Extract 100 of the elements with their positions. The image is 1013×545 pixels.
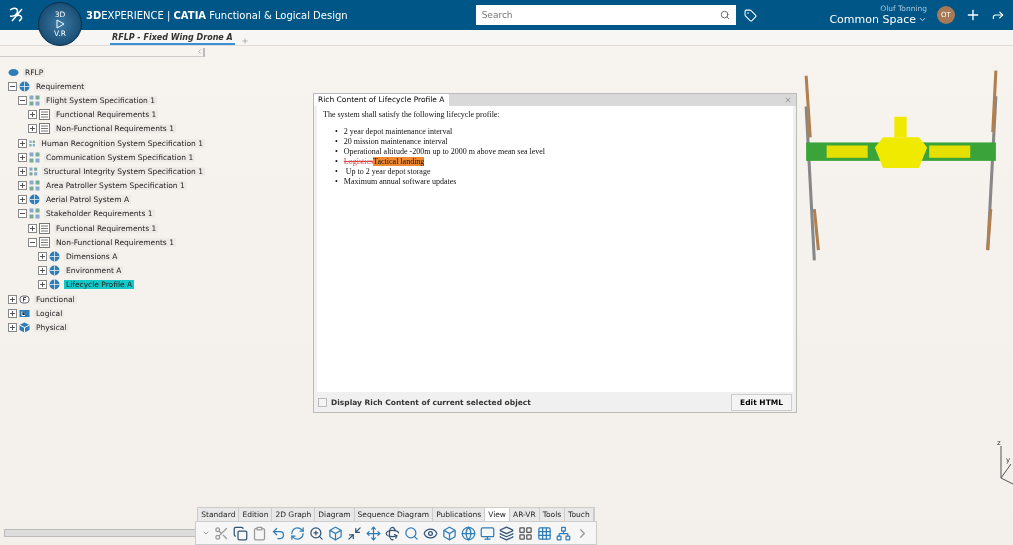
- search-icon[interactable]: [719, 10, 730, 20]
- search-tool[interactable]: [404, 525, 419, 541]
- globe-icon: [29, 194, 40, 206]
- cube-tool[interactable]: [442, 525, 457, 541]
- zoom-in-tool[interactable]: [309, 525, 324, 541]
- expand-toggle[interactable]: [18, 95, 27, 105]
- logo-icon: [8, 7, 26, 23]
- expand-toggle[interactable]: [28, 223, 37, 233]
- globe-icon: [49, 251, 60, 263]
- cube-icon: [328, 525, 343, 541]
- clipboard-icon: [252, 525, 267, 541]
- expand-toggle[interactable]: [18, 166, 27, 176]
- scissors-icon: [214, 525, 229, 541]
- grid-tool[interactable]: [537, 525, 552, 541]
- expand-toggle[interactable]: [28, 124, 37, 134]
- expand-toggle[interactable]: [18, 138, 27, 148]
- document-icon: [39, 236, 50, 248]
- globe-icon: [461, 525, 476, 541]
- copy-icon: [233, 525, 248, 541]
- bullet: •: [335, 167, 338, 177]
- list-item: Maximum annual software updates: [343, 177, 457, 187]
- document-icon: [39, 222, 50, 234]
- globe-icon: [19, 80, 30, 92]
- eye-tool[interactable]: [423, 525, 438, 541]
- move-tool[interactable]: [366, 525, 381, 541]
- network-tool[interactable]: [556, 525, 571, 541]
- tag-icon[interactable]: [743, 8, 757, 22]
- undo-icon: [271, 525, 286, 541]
- grid-tool[interactable]: [518, 525, 533, 541]
- refresh-icon: [290, 525, 305, 541]
- bullet: •: [335, 177, 338, 187]
- block-diagram-icon: [29, 151, 40, 163]
- globe-tool[interactable]: [461, 525, 476, 541]
- function-icon: [19, 293, 30, 305]
- grid-icon: [537, 525, 552, 541]
- space-selector[interactable]: Common Space: [829, 13, 927, 26]
- cube-icon: [442, 525, 457, 541]
- layers-icon: [499, 525, 514, 541]
- expand-toggle[interactable]: [38, 280, 47, 290]
- horizontal-scrollbar[interactable]: [4, 529, 196, 537]
- copy-tool[interactable]: [233, 525, 248, 541]
- caret-icon: [918, 15, 927, 24]
- expand-toggle[interactable]: [18, 152, 27, 162]
- shrink-tool[interactable]: [347, 525, 362, 541]
- rotate-icon: [385, 525, 400, 541]
- search-field[interactable]: Search: [475, 5, 736, 25]
- list-item: Up to 2 year depot storage: [344, 167, 431, 177]
- list-item: 20 mission maintenance interval: [343, 137, 448, 147]
- bullet: •: [335, 157, 338, 167]
- block-diagram-icon: [29, 180, 40, 192]
- network-icon: [556, 525, 571, 541]
- bullet: •: [335, 147, 338, 157]
- zoom-in-icon: [309, 525, 324, 541]
- expand-toggle[interactable]: [28, 110, 37, 120]
- monitor-tool[interactable]: [480, 525, 495, 541]
- expand-toggle[interactable]: [18, 181, 27, 191]
- document-icon: [39, 123, 50, 135]
- grid-icon: [518, 525, 533, 541]
- expand-toggle[interactable]: [8, 81, 17, 91]
- expand-toggle[interactable]: [18, 195, 27, 205]
- checkbox[interactable]: [318, 397, 327, 407]
- list-item: 2 year depot maintenance interval: [343, 127, 453, 137]
- move-icon: [366, 525, 381, 541]
- bullet: •: [335, 127, 338, 137]
- eye-icon: [423, 525, 438, 541]
- undo-tool[interactable]: [271, 525, 286, 541]
- expand-toggle[interactable]: [8, 322, 17, 332]
- expand-toggle[interactable]: [18, 209, 27, 219]
- add-icon[interactable]: [965, 7, 981, 23]
- list-item: Operational altitude -200m up to 2000 m above mean sea level: [343, 147, 546, 157]
- refresh-tool[interactable]: [290, 525, 305, 541]
- play-icon: [55, 19, 65, 29]
- globe-icon: [49, 279, 60, 291]
- logic-block-icon: [19, 307, 30, 319]
- expand-toggle[interactable]: [38, 266, 47, 276]
- rotate-tool[interactable]: [385, 525, 400, 541]
- document-tab[interactable]: RFLP - Fixed Wing Drone A: [110, 33, 235, 45]
- layers-tool[interactable]: [499, 525, 514, 541]
- shrink-icon: [347, 525, 362, 541]
- expand-toggle[interactable]: [28, 237, 37, 247]
- caret-icon[interactable]: [202, 529, 210, 537]
- share-icon[interactable]: [991, 8, 1005, 22]
- app-title: 3DEXPERIENCE | CATIA Functional & Logical Design: [86, 9, 348, 21]
- block-diagram-icon: [29, 165, 38, 177]
- database-icon: [8, 67, 19, 77]
- intro-text: The system shall satisfy the following lifecycle profile:: [323, 110, 500, 119]
- expand-toggle[interactable]: [8, 308, 17, 318]
- clipboard-tool[interactable]: [252, 525, 267, 541]
- block-diagram-icon: [29, 94, 40, 106]
- expand-toggle[interactable]: [38, 252, 47, 262]
- monitor-icon: [480, 525, 495, 541]
- chevron-left-icon: [196, 48, 203, 55]
- cube-icon: [19, 321, 30, 333]
- globe-icon: [49, 265, 60, 277]
- block-diagram-icon: [29, 208, 40, 220]
- document-icon: [39, 109, 50, 121]
- search-icon: [404, 525, 419, 541]
- bullet: •: [335, 137, 338, 147]
- expand-toggle[interactable]: [8, 294, 17, 304]
- cube-tool[interactable]: [328, 525, 343, 541]
